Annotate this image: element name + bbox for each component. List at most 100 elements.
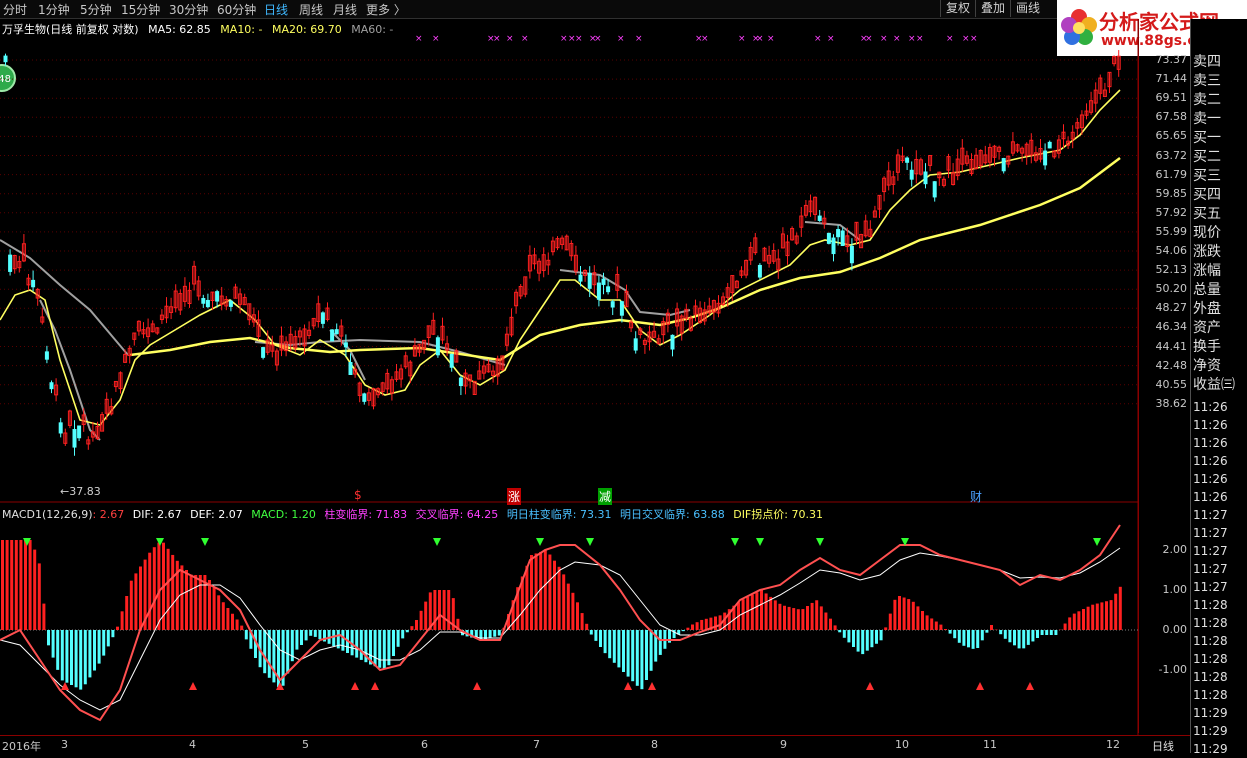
trade-time: 11:26 [1193, 470, 1228, 488]
candle-body [588, 273, 591, 288]
panel-label[interactable]: 现价 [1193, 224, 1221, 242]
period-label: 日线 [1152, 738, 1174, 754]
macd-bar-up [525, 566, 528, 630]
event-mark-finance[interactable]: 财 [970, 488, 982, 505]
macd-bar-up [765, 593, 768, 630]
price-tick: 46.34 [1156, 320, 1188, 333]
macd-bar-up [29, 540, 32, 630]
macd-bar-up [1119, 587, 1122, 630]
date-dec: 12 [1106, 738, 1120, 751]
price-tick: 69.51 [1156, 91, 1188, 104]
macd-bar-down [976, 630, 979, 648]
panel-label[interactable]: 买一 [1193, 129, 1221, 147]
candle-body [924, 172, 927, 184]
panel-label[interactable]: 涨幅 [1193, 262, 1221, 280]
panel-label[interactable]: 收益㈢ [1193, 376, 1235, 394]
trade-time: 11:29 [1193, 722, 1228, 740]
macd-bar-up [10, 540, 13, 630]
date-year: 2016年 [2, 738, 41, 754]
price-tick: 73.37 [1156, 53, 1188, 66]
event-mark-reduce[interactable]: 减 [598, 488, 612, 505]
date-may: 5 [302, 738, 309, 751]
macd-bar-up [755, 592, 758, 630]
panel-label[interactable]: 卖四 [1193, 53, 1221, 71]
candle-body [1048, 142, 1051, 148]
macd-bar-down [599, 630, 602, 647]
macd-bar-down [962, 630, 965, 646]
candle-body [579, 275, 582, 281]
macd-bar-down [1004, 630, 1007, 639]
panel-label[interactable]: 买三 [1193, 167, 1221, 185]
event-mark-rise[interactable]: 涨 [507, 488, 521, 505]
macd-bar-down [645, 630, 648, 680]
panel-label[interactable]: 买四 [1193, 186, 1221, 204]
panel-label[interactable]: 换手 [1193, 338, 1221, 356]
macd-bar-up [424, 602, 427, 630]
dif-turn-price: DIF拐点价: 70.31 [733, 508, 823, 521]
price-axis: 73.3771.4469.5167.5865.6563.7261.7959.85… [1138, 19, 1191, 733]
macd-bar-down [659, 630, 662, 655]
panel-label[interactable]: 总量 [1193, 281, 1221, 299]
panel-label[interactable]: 买五 [1193, 205, 1221, 223]
signal-x-mark: × [617, 34, 625, 44]
signal-x-mark: × [893, 34, 901, 44]
signal-arrows [23, 538, 1101, 690]
macd-bar-up [553, 561, 556, 630]
trade-time: 11:27 [1193, 578, 1228, 596]
macd-bar-up [742, 599, 745, 630]
macd-bar-down [875, 630, 878, 644]
event-mark-dollar[interactable]: $ [354, 488, 362, 502]
price-tick: 59.85 [1156, 187, 1188, 200]
macd-bar-down [245, 630, 248, 639]
macd-bar-down [383, 630, 386, 669]
panel-label[interactable]: 卖三 [1193, 72, 1221, 90]
date-aug: 8 [651, 738, 658, 751]
macd-bar-up [121, 611, 124, 630]
macd-bar-down [590, 630, 593, 635]
ma20-line [130, 158, 1120, 360]
macd-bar-up [834, 625, 837, 630]
macd-bar-up [581, 613, 584, 630]
candle-body [832, 238, 835, 254]
panel-label[interactable]: 卖二 [1193, 91, 1221, 109]
dif-value: DIF: 2.67 [133, 508, 182, 521]
macd-bar-down [1031, 630, 1034, 641]
macd-bar-down [1050, 630, 1053, 635]
macd-bar-up [1082, 609, 1085, 630]
candle-body [331, 330, 334, 341]
macd-bar-up [1100, 602, 1103, 630]
macd-bar-up [567, 584, 570, 630]
macd-bar-up [15, 540, 18, 630]
panel-label[interactable]: 买二 [1193, 148, 1221, 166]
macd-bar-down [949, 630, 952, 634]
signal-x-mark: × [635, 34, 643, 44]
macd-bar-down [857, 630, 860, 652]
macd-bar-down [880, 630, 883, 640]
panel-label[interactable]: 资产 [1193, 319, 1221, 337]
macd-bar-up [231, 614, 234, 630]
date-sep: 9 [780, 738, 787, 751]
trade-time: 11:28 [1193, 632, 1228, 650]
macd-bar-down [972, 630, 975, 649]
macd-bar-down [1018, 630, 1021, 648]
date-jul: 7 [533, 738, 540, 751]
macd-bar-up [562, 574, 565, 630]
panel-label[interactable]: 卖一 [1193, 110, 1221, 128]
signal-x-mark: × [575, 34, 583, 44]
panel-label[interactable]: 外盘 [1193, 300, 1221, 318]
macd-bar-up [788, 607, 791, 630]
panel-label[interactable]: 净资 [1193, 357, 1221, 375]
macd-bar-up [792, 608, 795, 630]
trade-time: 11:26 [1193, 416, 1228, 434]
macd-bar-up [571, 593, 574, 630]
sell-arrow [433, 538, 441, 546]
macd-bar-up [24, 540, 27, 630]
panel-label[interactable]: 涨跌 [1193, 243, 1221, 261]
candle-body [602, 279, 605, 284]
macd-current: : 2.67 [93, 508, 125, 521]
candle-body [620, 302, 623, 315]
macd-bar-down [332, 630, 335, 646]
candle-body [50, 383, 53, 389]
candle-body [910, 170, 913, 179]
macd-bar-up [751, 595, 754, 630]
